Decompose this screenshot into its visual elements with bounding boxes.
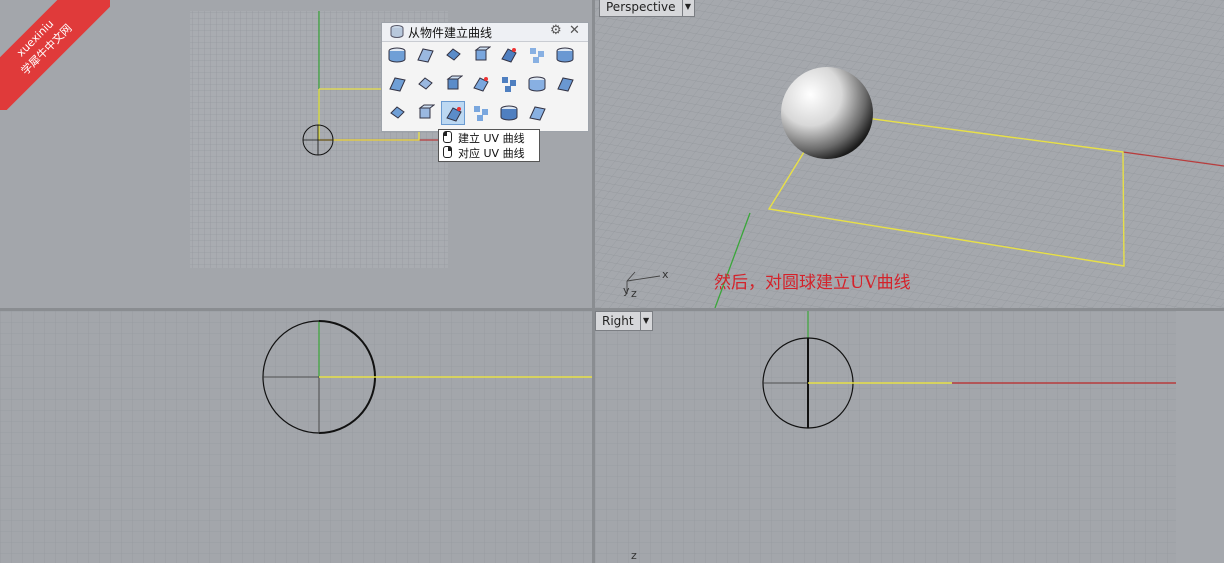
right-viewport-canvas[interactable]: z [595, 311, 1224, 563]
apply-uv-curves-button[interactable] [469, 101, 493, 125]
tooltip-right-click: 对应 UV 曲线 [443, 146, 525, 160]
contour-button[interactable] [385, 72, 409, 96]
axis-z-label: z [631, 287, 637, 300]
blend-tool-button[interactable] [525, 101, 549, 125]
viewport-title-right[interactable]: Right ▼ [595, 311, 653, 331]
button-tooltip: 建立 UV 曲线 对应 UV 曲线 [438, 129, 540, 162]
toolbar-title: 从物件建立曲线 [408, 26, 493, 40]
watermark-logo: xuexiniu 学犀牛中文网 [0, 0, 110, 110]
make-2d-button[interactable] [497, 101, 521, 125]
right-mouse-icon [443, 146, 452, 158]
silhouette-button[interactable] [413, 72, 437, 96]
extract-isocurve-button[interactable] [385, 43, 409, 67]
viewport-title-text: Right [602, 314, 634, 328]
point-cloud-button[interactable] [413, 101, 437, 125]
section-curves-button[interactable] [553, 43, 577, 67]
sphere[interactable] [781, 67, 873, 159]
intersect-button[interactable] [441, 72, 465, 96]
perspective-viewport-canvas[interactable]: x y z [595, 0, 1224, 308]
create-uv-curves-button[interactable] [385, 101, 409, 125]
close-icon[interactable]: ✕ [569, 23, 580, 38]
pull-curve-button[interactable] [525, 72, 549, 96]
viewport-title-text: Perspective [606, 0, 676, 14]
tooltip-line2: 对应 UV 曲线 [458, 147, 525, 160]
axis-x-label: x [662, 268, 669, 281]
duplicate-border-button[interactable] [469, 43, 493, 67]
curves-from-objects-toolbar[interactable]: 从物件建立曲线 ⚙ ✕ [381, 22, 589, 132]
grid [595, 0, 1224, 308]
axis-z-label: z [631, 549, 637, 562]
extrude-curve-normal-button[interactable] [441, 101, 465, 125]
create-2d-drawing-button[interactable] [469, 72, 493, 96]
chevron-down-icon[interactable]: ▼ [681, 0, 694, 16]
axis-y-label: y [623, 284, 630, 297]
viewport-title-perspective[interactable]: Perspective ▼ [599, 0, 695, 17]
tooltip-left-click: 建立 UV 曲线 [443, 131, 525, 145]
extract-points-button[interactable] [553, 72, 577, 96]
toolbar-title-bar[interactable]: 从物件建立曲线 ⚙ ✕ [382, 23, 588, 42]
perspective-viewport[interactable]: x y z Perspective ▼ [595, 0, 1224, 308]
gear-icon[interactable]: ⚙ [550, 23, 562, 38]
front-viewport-canvas[interactable] [0, 311, 592, 563]
right-viewport[interactable]: z Right ▼ [595, 311, 1224, 563]
front-viewport[interactable] [0, 311, 592, 563]
grid [0, 311, 592, 563]
extract-curvature-button[interactable] [525, 43, 549, 67]
duplicate-face-border-button[interactable] [497, 43, 521, 67]
chevron-down-icon[interactable]: ▼ [639, 312, 652, 330]
extract-wireframe-button[interactable] [413, 43, 437, 67]
tooltip-line1: 建立 UV 曲线 [458, 132, 525, 145]
grid [595, 311, 1176, 563]
annotation-text: 然后，对圆球建立UV曲线 [714, 273, 911, 293]
project-curve-button[interactable] [497, 72, 521, 96]
toolbar-cylinder-icon [390, 25, 404, 38]
duplicate-edge-button[interactable] [441, 43, 465, 67]
left-mouse-icon [443, 131, 452, 143]
